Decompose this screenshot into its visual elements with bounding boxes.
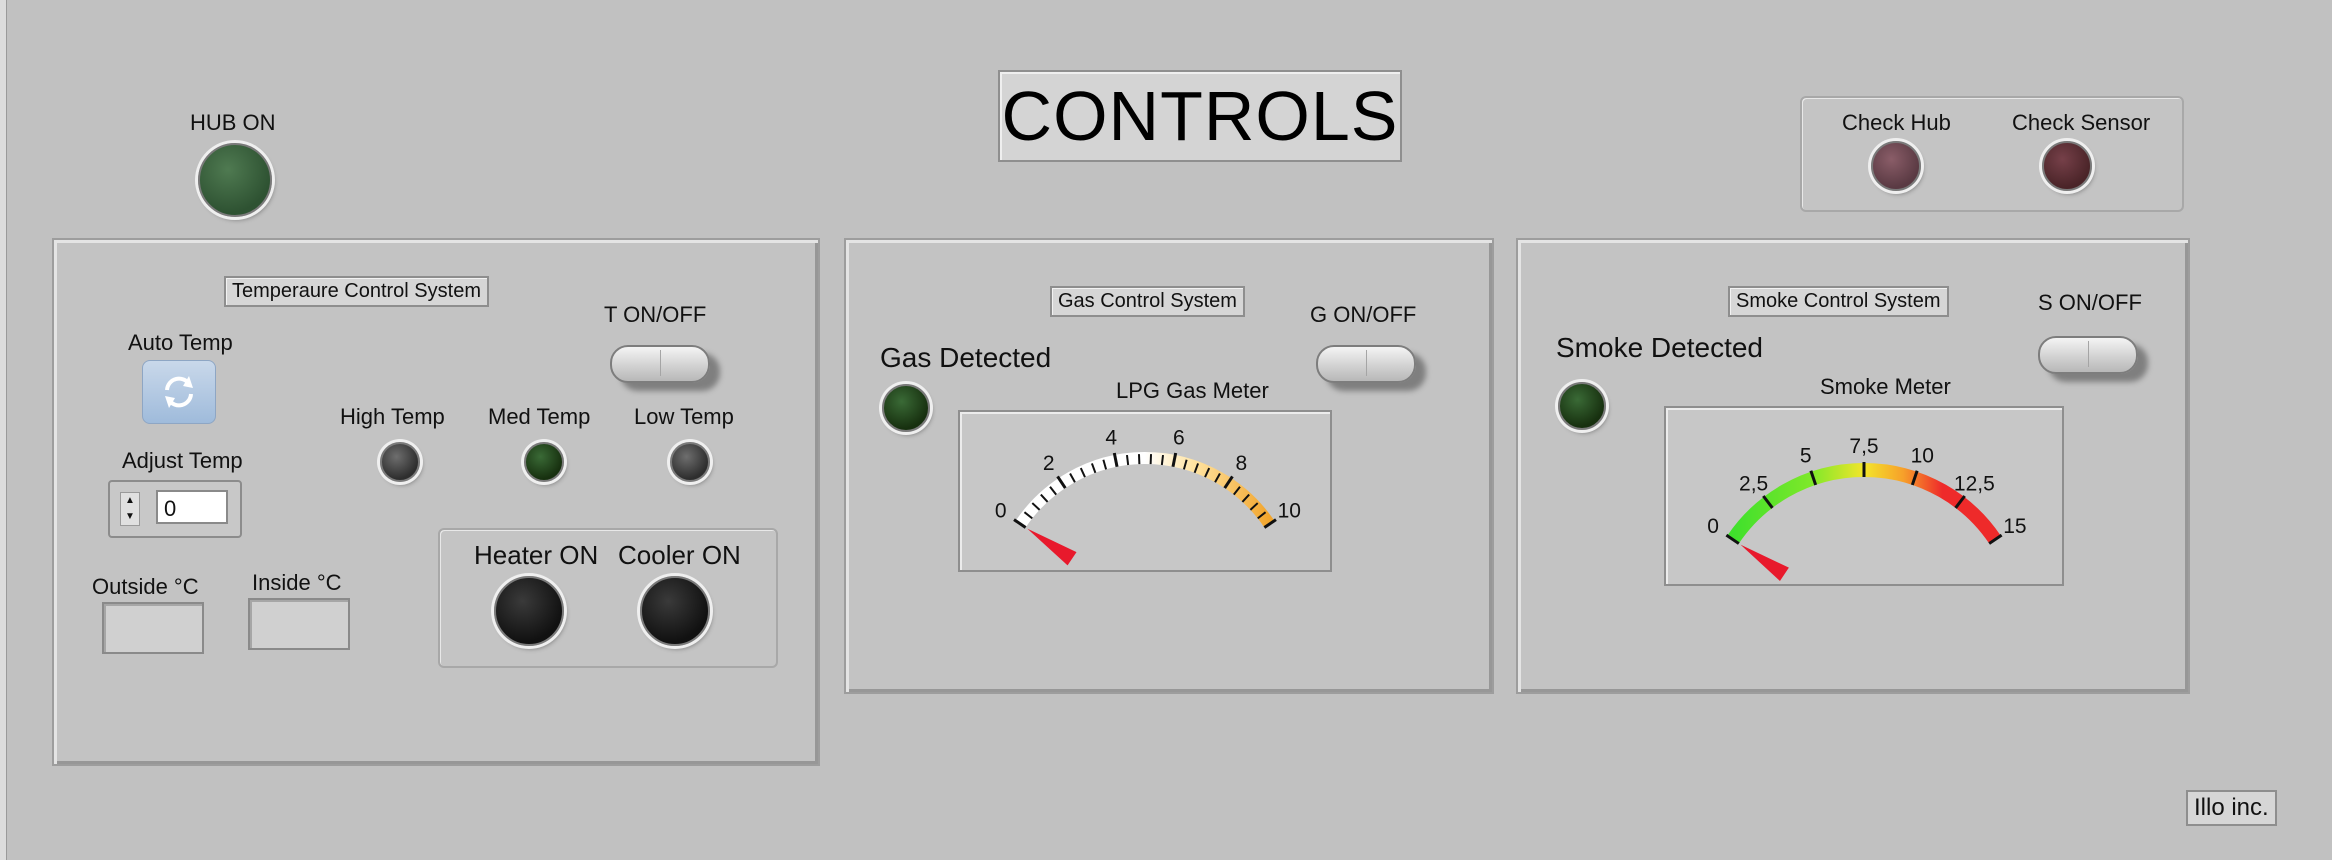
heater-label: Heater ON <box>474 540 599 570</box>
high-temp-label: High Temp <box>340 404 445 429</box>
outside-temp-label: Outside °C <box>92 574 199 599</box>
gauge-tick-label: 2,5 <box>1739 472 1768 495</box>
gauge-tick-label: 10 <box>1911 445 1934 468</box>
stepper-down-icon[interactable]: ▼ <box>121 509 139 525</box>
gauge-minor-tick <box>1160 454 1165 466</box>
adjust-temp-input[interactable]: 0 <box>156 490 228 524</box>
adjust-temp-stepper[interactable]: ▲ ▼ <box>120 492 140 526</box>
low-temp-label: Low Temp <box>634 404 734 429</box>
gauge-tick-label: 8 <box>1235 452 1247 475</box>
smoke-on-off-switch[interactable] <box>2038 336 2138 374</box>
auto-temp-label: Auto Temp <box>128 330 233 355</box>
gauge-needle <box>1740 544 1789 581</box>
outside-temp-indicator <box>102 602 204 654</box>
auto-temp-button[interactable] <box>142 360 216 424</box>
gauge-tick-label: 0 <box>995 500 1007 523</box>
smoke-meter-frame: 0 2,5 5 7,5 10 12,5 15 <box>1664 406 2064 699</box>
temperature-panel-title: Temperaure Control System <box>224 276 489 307</box>
gauge-tick-label: 12,5 <box>1954 472 1995 495</box>
gauge-needle <box>1027 528 1077 566</box>
window-edge <box>0 0 7 860</box>
smoke-detected-indicator <box>1558 382 1606 430</box>
lpg-gas-meter-gauge: 0 2 4 6 8 10 <box>995 426 1301 679</box>
gauge-tick-label: 4 <box>1105 426 1117 449</box>
inside-temp-indicator <box>248 598 350 650</box>
gauge-tick-label: 2 <box>1043 452 1055 475</box>
temperature-toggle-label: T ON/OFF <box>604 302 707 327</box>
adjust-temp-control: ▲ ▼ 0 <box>108 480 242 538</box>
refresh-icon <box>165 376 193 408</box>
gauge-scale-band <box>1015 452 1275 528</box>
gauge-tick-label: 6 <box>1173 426 1185 449</box>
adjust-temp-label: Adjust Temp <box>122 448 243 473</box>
credit-label: Illo inc. <box>2186 790 2277 826</box>
smoke-toggle-label: S ON/OFF <box>2038 290 2142 315</box>
med-temp-indicator <box>524 442 564 482</box>
smoke-meter-gauge: 0 2,5 5 7,5 10 12,5 15 <box>1707 435 2027 699</box>
gauge-minor-tick <box>1125 454 1130 466</box>
smoke-panel-title: Smoke Control System <box>1728 286 1949 317</box>
gas-toggle-label: G ON/OFF <box>1310 302 1417 327</box>
gas-detected-indicator <box>882 384 930 432</box>
stepper-up-icon[interactable]: ▲ <box>121 493 139 509</box>
heater-indicator <box>494 576 564 646</box>
gauge-tick-label: 15 <box>2003 515 2026 538</box>
check-hub-indicator <box>1871 141 1921 191</box>
gas-on-off-switch[interactable] <box>1316 345 1416 383</box>
gauge-tick-label: 7,5 <box>1849 435 1878 458</box>
gas-detected-label: Gas Detected <box>880 342 1052 373</box>
gauge-tick-label: 10 <box>1278 500 1301 523</box>
gas-panel-title: Gas Control System <box>1050 286 1245 317</box>
med-temp-label: Med Temp <box>488 404 591 429</box>
cooler-label: Cooler ON <box>618 540 741 570</box>
gauge-tick-label: 5 <box>1800 445 1812 468</box>
page-title: CONTROLS <box>998 70 1402 162</box>
gas-meter-frame: 0 2 4 6 8 10 <box>958 410 1332 679</box>
smoke-meter-label: Smoke Meter <box>1820 374 1951 399</box>
gas-meter-label: LPG Gas Meter <box>1116 378 1269 403</box>
gauge-tick-label: 0 <box>1707 515 1719 538</box>
check-sensor-label: Check Sensor <box>2012 110 2151 135</box>
hub-on-label: HUB ON <box>190 110 276 135</box>
high-temp-indicator <box>380 442 420 482</box>
temperature-on-off-switch[interactable] <box>610 345 710 383</box>
cooler-indicator <box>640 576 710 646</box>
hub-on-indicator <box>198 143 272 217</box>
check-sensor-indicator <box>2042 141 2092 191</box>
inside-temp-label: Inside °C <box>252 570 342 595</box>
smoke-detected-label: Smoke Detected <box>1556 332 1763 363</box>
low-temp-indicator <box>670 442 710 482</box>
check-hub-label: Check Hub <box>1842 110 1951 135</box>
